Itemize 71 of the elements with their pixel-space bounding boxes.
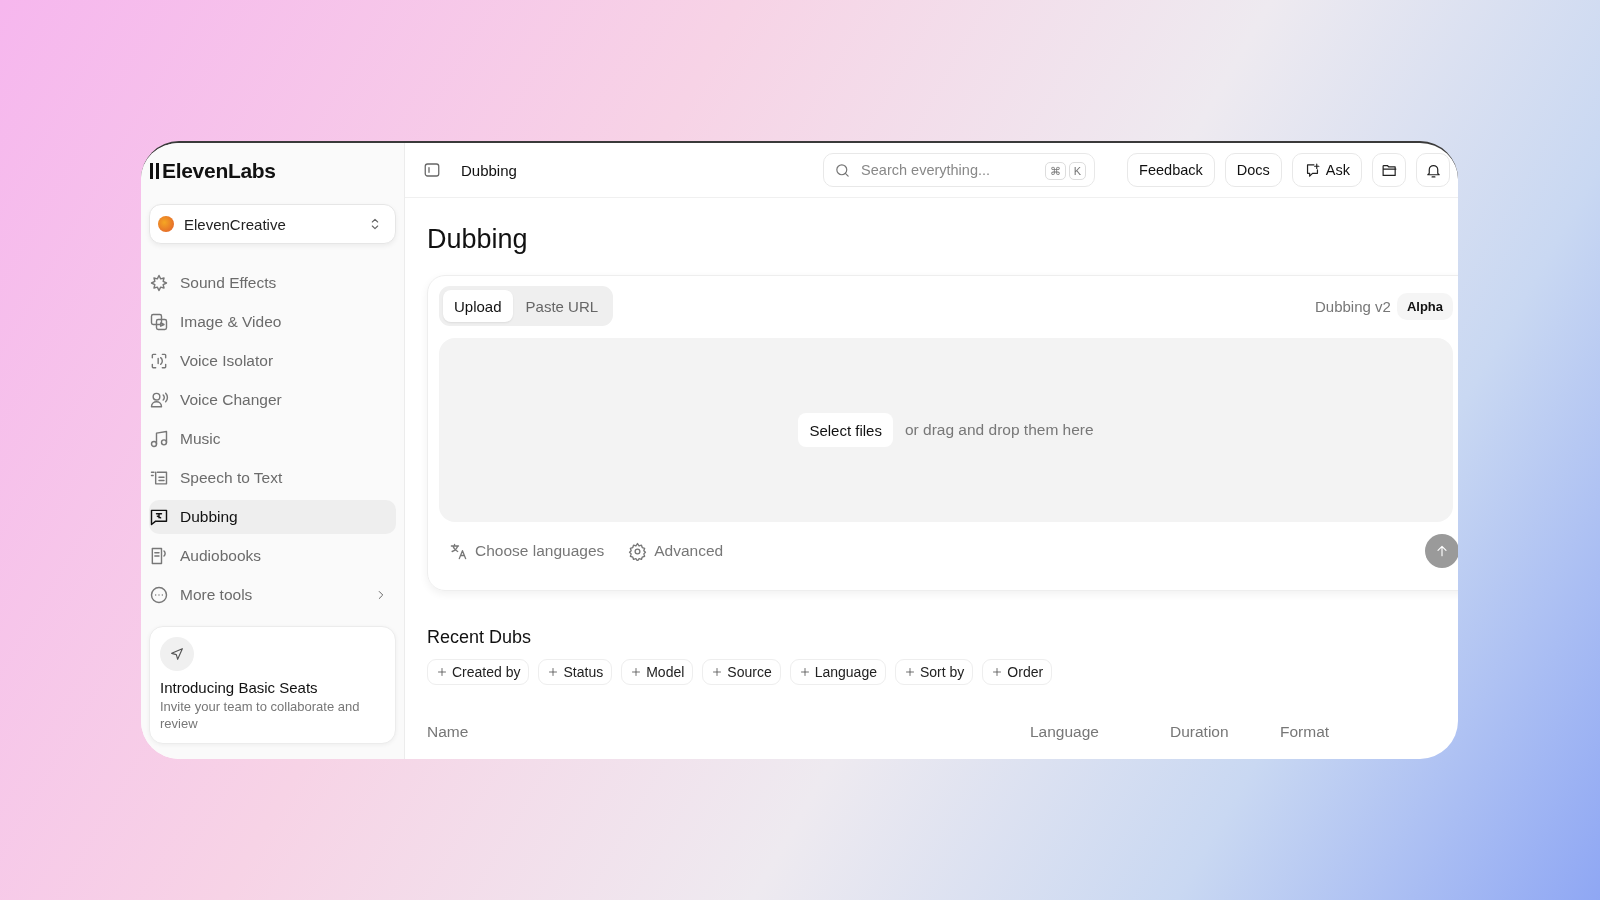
- workspace-selector[interactable]: ElevenCreative: [149, 204, 396, 244]
- ellipsis-icon: [149, 585, 169, 605]
- chat-bubble-icon: [149, 507, 169, 527]
- promo-title: Introducing Basic Seats: [160, 679, 319, 696]
- plus-icon: [991, 666, 1004, 678]
- tab[interactable]: Upload: [443, 290, 513, 322]
- sidebar-item[interactable]: Music: [149, 422, 396, 456]
- tab[interactable]: Paste URL: [514, 290, 610, 322]
- images-icon: [149, 312, 169, 332]
- workspace-avatar: [158, 216, 174, 232]
- drop-hint: or drag and drop them here: [904, 421, 1094, 439]
- settings-icon: [628, 541, 648, 561]
- plus-icon: [904, 666, 916, 678]
- header-button[interactable]: Docs: [1224, 153, 1282, 187]
- sidebar-toggle-icon[interactable]: [423, 161, 441, 179]
- translate-icon: [449, 541, 468, 561]
- search-field[interactable]: Search everything...: [859, 161, 1034, 179]
- ask-button[interactable]: Ask: [1291, 153, 1362, 187]
- music-note-icon: [149, 429, 169, 449]
- logo-text: ElevenLabs: [162, 158, 276, 183]
- waveform-icon: [149, 351, 169, 371]
- logo-icon: [150, 162, 159, 179]
- sidebar-item[interactable]: More tools: [149, 578, 396, 612]
- filter-chip[interactable]: Status: [538, 659, 613, 685]
- column-header: Language: [1030, 723, 1100, 741]
- sidebar-item[interactable]: Dubbing: [149, 500, 396, 534]
- filter-chip[interactable]: Created by: [427, 659, 530, 685]
- document-icon: [149, 468, 169, 488]
- panel-icon: [423, 161, 441, 179]
- sidebar-item[interactable]: Voice Isolator: [149, 344, 396, 378]
- filter-chip[interactable]: Model: [621, 659, 694, 685]
- header-button[interactable]: Feedback: [1127, 153, 1215, 187]
- page-title: Dubbing: [461, 161, 518, 179]
- column-header: Name: [427, 723, 470, 741]
- sidebar-item[interactable]: Speech to Text: [149, 461, 396, 495]
- page-heading: Dubbing: [427, 224, 529, 255]
- search-icon: [834, 161, 852, 179]
- drop-zone[interactable]: Select files or drag and drop them here: [439, 338, 1453, 522]
- sparkle-icon: [149, 273, 169, 293]
- notifications-button[interactable]: [1416, 153, 1450, 187]
- shortcut-key: K: [1068, 162, 1087, 180]
- paper-plane-icon: [169, 646, 185, 662]
- promo-text: Invite your team to collaborate and review: [160, 699, 361, 733]
- search-bar[interactable]: Search everything... ⌘ K: [823, 153, 1096, 187]
- sidebar-item[interactable]: Audiobooks: [149, 539, 396, 573]
- option-button[interactable]: Choose languages: [449, 541, 605, 561]
- plus-icon: [798, 666, 811, 678]
- book-icon: [149, 546, 169, 566]
- version-label: Dubbing v2: [1315, 297, 1391, 315]
- plus-icon: [630, 666, 643, 678]
- promo-card[interactable]: Introducing Basic Seats Invite your team to collaborate and review: [149, 626, 396, 744]
- select-files-button[interactable]: Select files: [798, 413, 893, 447]
- person-icon: [149, 390, 169, 410]
- option-button[interactable]: Advanced: [628, 541, 724, 561]
- filter-chip[interactable]: Sort by: [895, 659, 974, 685]
- sidebar-item[interactable]: Voice Changer: [149, 383, 396, 417]
- folder-button[interactable]: [1372, 153, 1406, 187]
- arrow-up-icon: [1434, 543, 1450, 559]
- filter-chip[interactable]: Source: [702, 659, 781, 685]
- sidebar-item[interactable]: Sound Effects: [149, 266, 396, 300]
- shortcut-key: ⌘: [1044, 162, 1066, 180]
- plus-icon: [711, 666, 724, 678]
- filter-chip[interactable]: Language: [789, 659, 886, 685]
- section-heading: Recent Dubs: [427, 627, 533, 648]
- column-header: Format: [1280, 723, 1331, 741]
- plus-icon: [547, 666, 560, 678]
- filter-chip[interactable]: Order: [982, 659, 1053, 685]
- sidebar-item[interactable]: Image & Video: [149, 305, 396, 339]
- column-header: Duration: [1170, 723, 1230, 741]
- plus-icon: [436, 666, 448, 678]
- alpha-badge: Alpha: [1396, 292, 1453, 320]
